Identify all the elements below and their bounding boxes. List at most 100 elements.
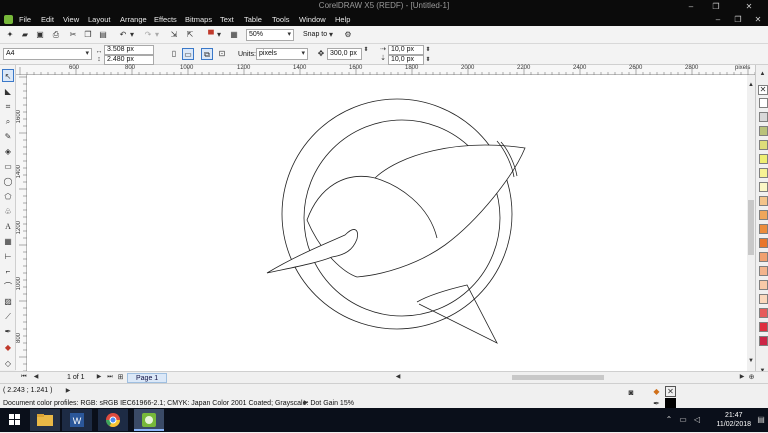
start-button[interactable] [0,409,30,431]
color-swatch[interactable] [759,182,768,192]
pick-tool-icon[interactable]: ↖ [2,69,14,82]
coreldraw-taskbar-button[interactable] [134,409,164,431]
nudge-spinner-icon[interactable]: ⬍ [363,47,369,59]
status-expand-icon[interactable]: ▶ [64,385,72,397]
color-swatch[interactable] [759,126,768,136]
freehand-tool-icon[interactable]: ✎ [2,130,14,143]
options-icon[interactable]: ⚙ [342,29,354,41]
next-page-icon[interactable]: ▶ [95,372,103,383]
zoom-level-select[interactable]: 50% [246,29,294,41]
rectangle-tool-icon[interactable]: ▭ [2,160,14,173]
horizontal-scroll-thumb[interactable] [512,375,604,380]
rocket-fin[interactable] [416,284,498,344]
save-icon[interactable]: ▣ [34,29,46,41]
color-swatch[interactable] [759,238,768,248]
current-page-icon[interactable]: ⊡ [216,48,228,60]
word-taskbar-button[interactable]: W [62,409,92,431]
landscape-icon[interactable]: ▭ [182,48,194,60]
rocket-body[interactable] [306,144,526,278]
duplicate-y-spinner-icon[interactable]: ⬍ [425,55,431,65]
blend-tool-icon[interactable]: ⌒ [2,280,14,293]
table-tool-icon[interactable]: ▦ [2,235,14,248]
menu-effects[interactable]: Effects [154,15,177,24]
welcome-screen-icon[interactable]: ▦ [228,29,240,41]
snap-to-dropdown-icon[interactable]: ▾ [327,29,335,41]
ellipse-tool-icon[interactable]: ◯ [2,175,14,188]
doc-minimize-button[interactable]: – [709,13,727,26]
no-color-swatch-icon[interactable]: ✕ [758,85,768,95]
menu-arrange[interactable]: Arrange [120,15,147,24]
object-info-icon[interactable]: ◙ [626,387,636,399]
launcher-dropdown-icon[interactable]: ▾ [215,29,223,41]
fill-tool-icon[interactable]: ◆ [2,341,14,354]
last-page-icon[interactable]: ⏭ [106,372,114,383]
menu-bitmaps[interactable]: Bitmaps [185,15,212,24]
new-document-icon[interactable]: ✦ [4,29,16,41]
chrome-taskbar-button[interactable] [98,409,128,431]
page-width-field[interactable]: 3.508 px [104,45,154,55]
vertical-scroll-thumb[interactable] [748,200,754,255]
connector-tool-icon[interactable]: ⌐ [2,265,14,278]
doc-restore-button[interactable]: ❐ [729,13,747,26]
print-icon[interactable]: ⎙ [50,29,62,41]
color-swatch[interactable] [759,294,768,304]
first-page-icon[interactable]: ⏮ [20,372,28,383]
page-tab[interactable]: Page 1 [127,373,168,383]
zoom-tool-icon[interactable]: ⌕ [2,115,14,128]
prev-page-icon[interactable]: ◀ [32,372,40,383]
duplicate-x-field[interactable]: 10,0 px [388,45,424,55]
dimension-tool-icon[interactable]: ⊢ [2,250,14,263]
fill-none-swatch-icon[interactable]: ✕ [665,386,676,397]
open-folder-icon[interactable]: ▰ [19,29,31,41]
color-swatch[interactable] [759,224,768,234]
volume-icon[interactable]: ◁ [691,414,703,426]
undo-dropdown-icon[interactable]: ▾ [128,29,136,41]
drawing-canvas[interactable] [27,75,747,371]
cut-icon[interactable]: ✂ [67,29,79,41]
eyedropper-tool-icon[interactable]: ⟋ [2,310,14,323]
show-hidden-icons-icon[interactable]: ⌃ [663,414,675,426]
vertical-scrollbar[interactable]: ▲ ▼ [747,75,755,371]
shape-tool-icon[interactable]: ◣ [2,85,14,98]
vertical-ruler[interactable]: 1600 1400 1200 1000 800 [16,75,27,371]
color-swatch[interactable] [759,210,768,220]
taskbar-clock[interactable]: 21:47 11/02/2018 [716,411,751,429]
horizontal-ruler[interactable]: 600 800 1000 1200 1400 1600 1800 2000 22… [16,65,755,75]
color-swatch[interactable] [759,308,768,318]
menu-view[interactable]: View [63,15,79,24]
duplicate-y-field[interactable]: 10,0 px [388,55,424,65]
crop-tool-icon[interactable]: ⌗ [2,100,14,113]
polygon-tool-icon[interactable]: ⬠ [2,190,14,203]
interactive-fill-tool-icon[interactable]: ◇ [2,357,14,370]
color-swatch[interactable] [759,280,768,290]
paste-icon[interactable]: ▤ [97,29,109,41]
color-swatch[interactable] [759,140,768,150]
color-swatch[interactable] [759,196,768,206]
nudge-distance-field[interactable]: 300,0 px [327,48,362,60]
color-swatch[interactable] [759,252,768,262]
basic-shapes-tool-icon[interactable]: ♧ [2,205,14,218]
restore-button[interactable]: ❐ [705,0,727,13]
doc-close-button[interactable]: ✕ [749,13,767,26]
page-height-field[interactable]: 2.480 px [104,55,154,65]
paper-size-select[interactable]: A4 [3,48,92,60]
palette-scroll-up-icon[interactable]: ▲ [757,68,768,80]
horizontal-scrollbar[interactable]: ◀ ▶ [394,374,746,381]
color-swatch[interactable] [759,266,768,276]
menu-layout[interactable]: Layout [88,15,111,24]
color-swatch[interactable] [759,112,768,122]
menu-edit[interactable]: Edit [41,15,54,24]
all-pages-icon[interactable]: ⧉ [201,48,213,60]
transparency-tool-icon[interactable]: ▨ [2,295,14,308]
menu-table[interactable]: Table [244,15,262,24]
scroll-up-icon[interactable]: ▲ [747,79,755,91]
export-icon[interactable]: ⇱ [184,29,196,41]
rocket-drawing[interactable] [27,75,747,371]
file-explorer-taskbar-button[interactable] [30,409,60,431]
color-swatch[interactable] [759,168,768,178]
menu-tools[interactable]: Tools [272,15,290,24]
snap-to-button[interactable]: Snap to [303,31,327,38]
scroll-down-icon[interactable]: ▼ [747,355,755,367]
menu-text[interactable]: Text [220,15,234,24]
outline-black-swatch-icon[interactable] [665,398,676,408]
